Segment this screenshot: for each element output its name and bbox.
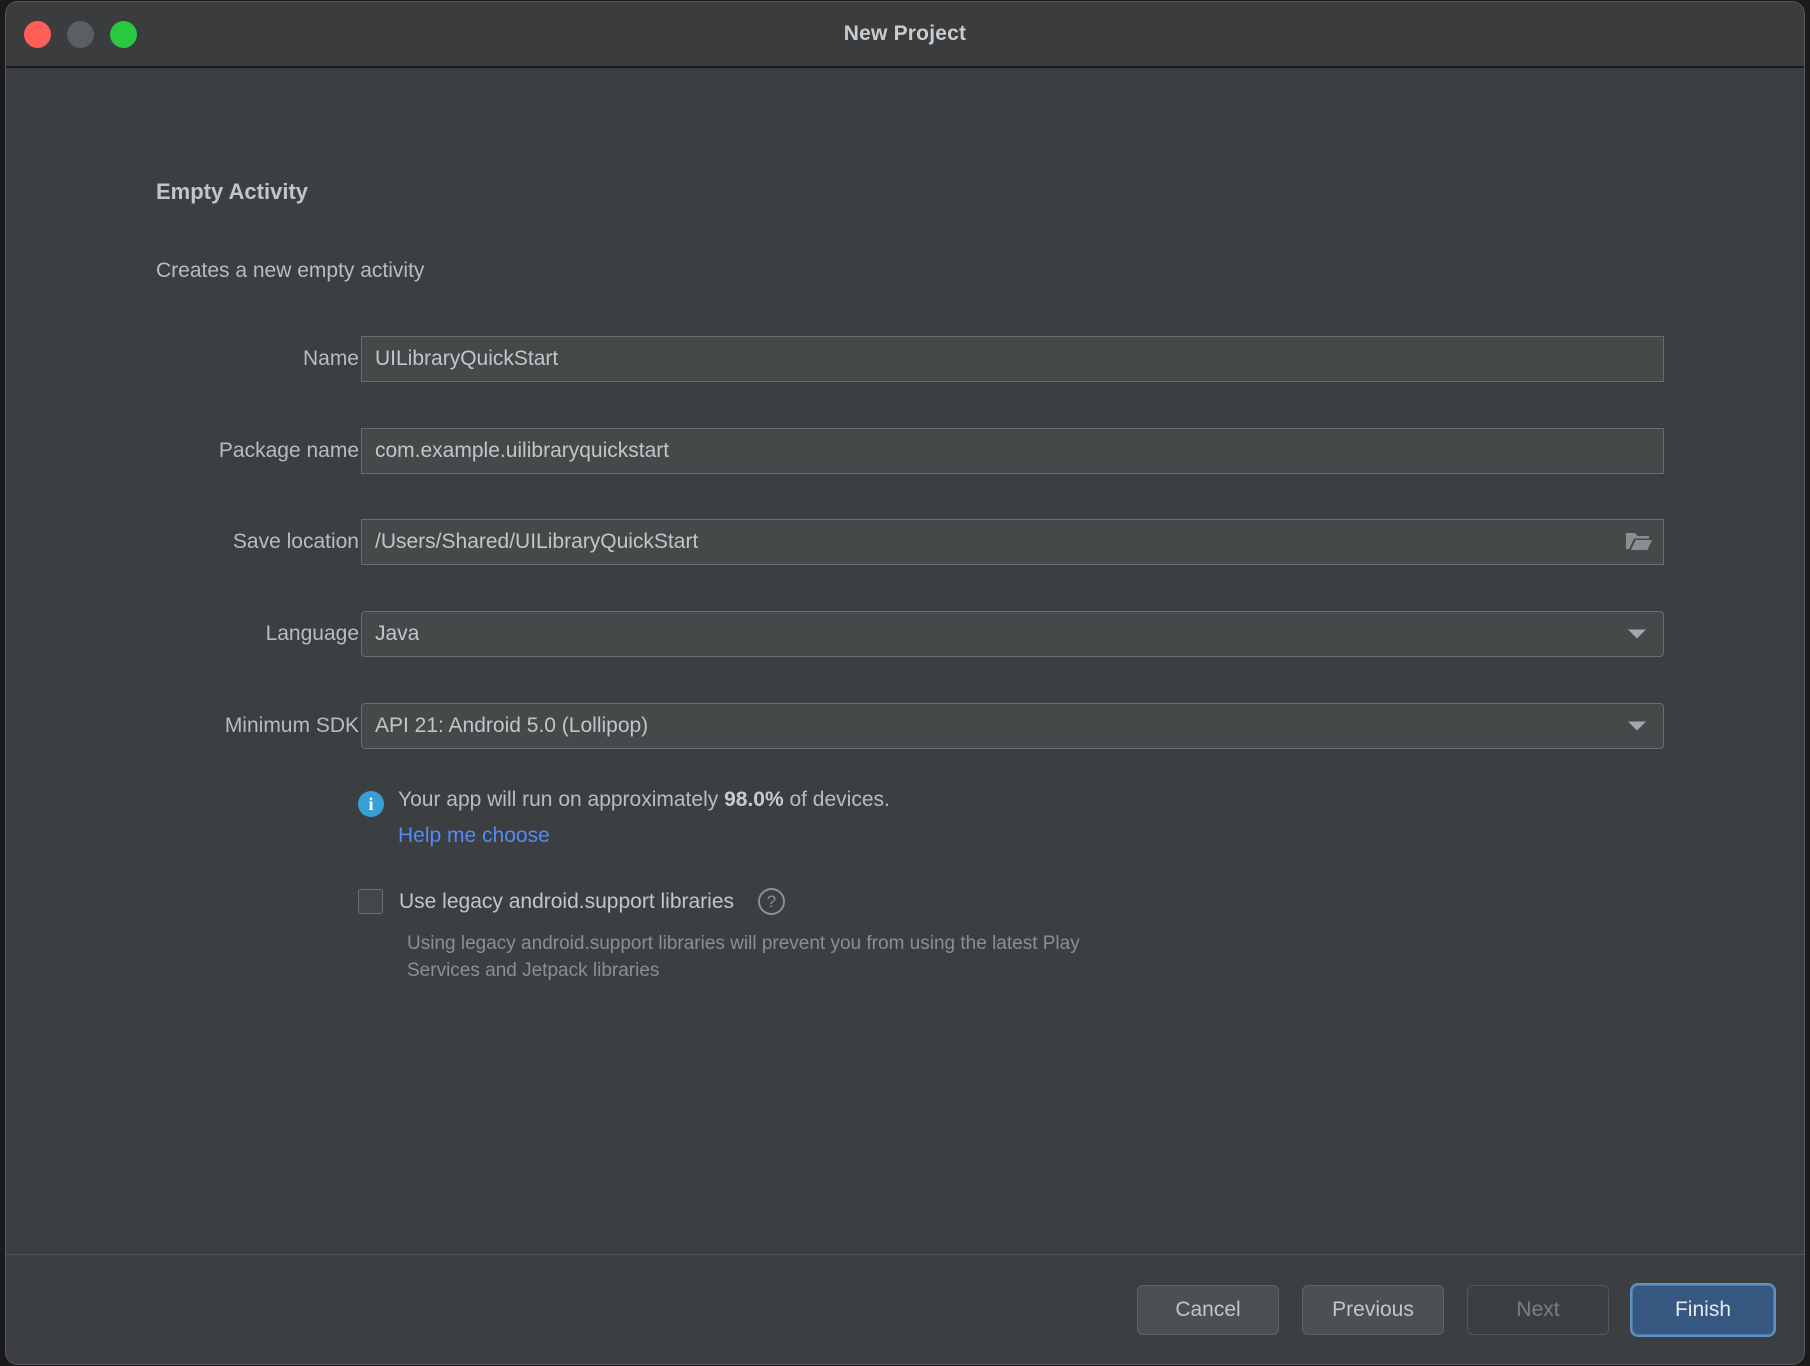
form-row-language: Language Java <box>6 611 1804 657</box>
device-coverage-prefix: Your app will run on approximately <box>398 788 725 811</box>
folder-open-icon[interactable] <box>1625 530 1653 554</box>
zoom-window-button[interactable] <box>110 20 137 48</box>
minimum-sdk-selected-value: API 21: Android 5.0 (Lollipop) <box>375 714 649 737</box>
next-button: Next <box>1467 1284 1609 1335</box>
legacy-libraries-label[interactable]: Use legacy android.support libraries <box>399 890 734 914</box>
minimize-window-button[interactable] <box>67 20 94 48</box>
name-input-value: UILibraryQuickStart <box>375 347 559 370</box>
device-coverage-info: i Your app will run on approximately 98.… <box>358 788 890 817</box>
form-row-package-name: Package name com.example.uilibraryquicks… <box>6 428 1804 474</box>
package-name-input-value: com.example.uilibraryquickstart <box>375 439 670 462</box>
dialog-content: Empty Activity Creates a new empty activ… <box>6 68 1804 1364</box>
device-coverage-text: Your app will run on approximately 98.0%… <box>398 788 890 812</box>
page-title: Empty Activity <box>156 179 309 204</box>
dialog-footer: Cancel Previous Next Finish <box>6 1254 1804 1364</box>
help-me-choose-link[interactable]: Help me choose <box>398 824 550 848</box>
finish-button[interactable]: Finish <box>1632 1284 1774 1335</box>
form-row-name: Name UILibraryQuickStart <box>6 336 1804 382</box>
device-coverage-suffix: of devices. <box>783 788 890 811</box>
legacy-libraries-row: Use legacy android.support libraries ? <box>358 888 786 915</box>
info-icon: i <box>358 791 384 817</box>
minimum-sdk-label: Minimum SDK <box>224 714 359 737</box>
package-name-label: Package name <box>218 439 359 462</box>
chevron-down-icon[interactable] <box>1628 721 1646 731</box>
language-dropdown[interactable]: Java <box>361 611 1664 657</box>
language-label: Language <box>265 622 359 645</box>
chevron-down-icon[interactable] <box>1628 629 1646 639</box>
device-coverage-percent: 98.0% <box>724 788 784 811</box>
name-input[interactable]: UILibraryQuickStart <box>361 336 1664 382</box>
close-window-button[interactable] <box>24 20 51 48</box>
name-label: Name <box>302 347 359 370</box>
window-titlebar: New Project <box>6 2 1804 68</box>
form-row-save-location: Save location /Users/Shared/UILibraryQui… <box>6 519 1804 565</box>
new-project-dialog: New Project Empty Activity Creates a new… <box>6 2 1804 1364</box>
legacy-libraries-description: Using legacy android.support libraries w… <box>407 933 1080 981</box>
save-location-label: Save location <box>232 530 359 553</box>
form-row-minimum-sdk: Minimum SDK API 21: Android 5.0 (Lollipo… <box>6 703 1804 749</box>
save-location-input-value: /Users/Shared/UILibraryQuickStart <box>375 530 699 553</box>
page-subtitle: Creates a new empty activity <box>156 259 425 282</box>
language-selected-value: Java <box>375 622 420 645</box>
previous-button[interactable]: Previous <box>1302 1284 1444 1335</box>
window-title: New Project <box>843 22 967 45</box>
question-mark-icon[interactable]: ? <box>758 888 786 915</box>
window-controls <box>24 2 137 66</box>
cancel-button[interactable]: Cancel <box>1137 1284 1279 1335</box>
save-location-input[interactable]: /Users/Shared/UILibraryQuickStart <box>361 519 1664 565</box>
minimum-sdk-dropdown[interactable]: API 21: Android 5.0 (Lollipop) <box>361 703 1664 749</box>
package-name-input[interactable]: com.example.uilibraryquickstart <box>361 428 1664 474</box>
legacy-libraries-checkbox[interactable] <box>358 889 383 914</box>
